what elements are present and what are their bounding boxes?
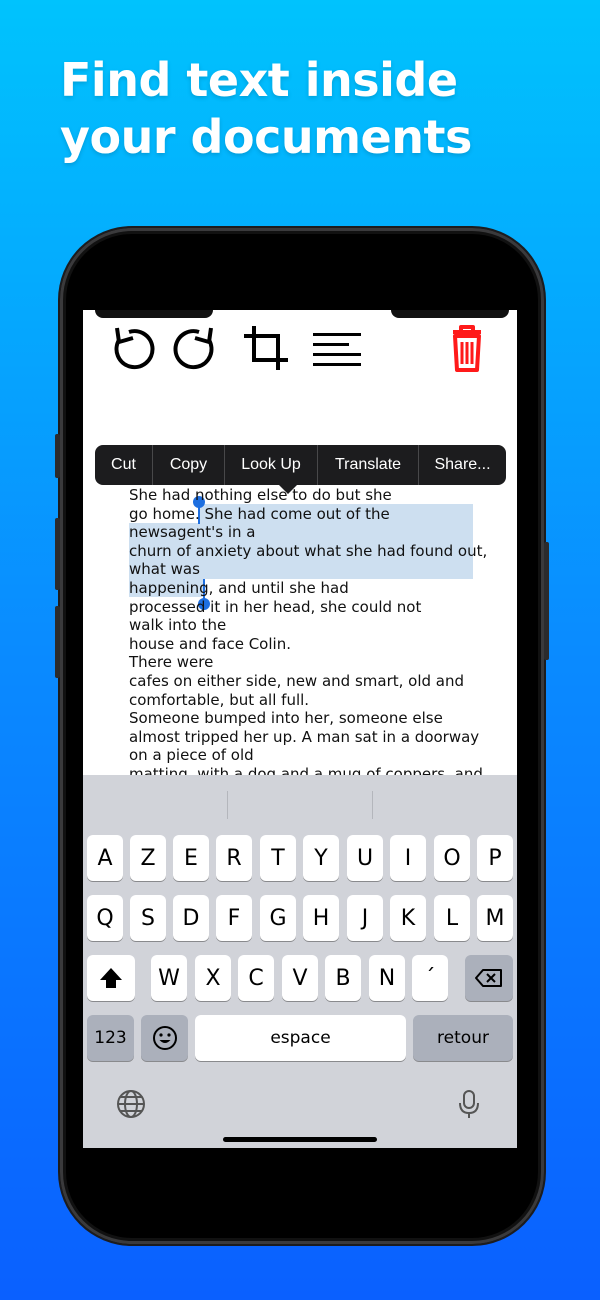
key-x[interactable]: X: [195, 955, 231, 1001]
app-screen: Cut Copy Look Up Translate Share... She …: [83, 310, 517, 1148]
text-line: She had nothing else to do but she: [129, 486, 392, 504]
text-line: newsagent's in a: [129, 523, 256, 542]
key-q[interactable]: Q: [87, 895, 123, 941]
emoji-key[interactable]: [141, 1015, 188, 1061]
numbers-key[interactable]: 123: [87, 1015, 134, 1061]
menu-item-translate[interactable]: Translate: [318, 445, 419, 485]
text-line: churn of anxiety about what she had foun…: [129, 541, 488, 560]
text-line: cafes on either side, new and smart, old…: [129, 671, 465, 690]
shift-icon: [100, 968, 122, 988]
context-menu: Cut Copy Look Up Translate Share...: [95, 445, 506, 485]
key-l[interactable]: L: [434, 895, 470, 941]
key-d[interactable]: D: [173, 895, 209, 941]
menu-item-share[interactable]: Share...: [419, 445, 506, 485]
key-m[interactable]: M: [477, 895, 513, 941]
key-accent[interactable]: ´: [412, 955, 448, 1001]
key-g[interactable]: G: [260, 895, 296, 941]
text-line: Someone bumped into her, someone else: [129, 709, 443, 728]
key-j[interactable]: J: [347, 895, 383, 941]
text-line: There were: [129, 653, 214, 672]
key-y[interactable]: Y: [303, 835, 339, 881]
rotate-left-icon[interactable]: [107, 322, 159, 374]
menu-item-cut[interactable]: Cut: [95, 445, 153, 485]
key-c[interactable]: C: [238, 955, 274, 1001]
key-v[interactable]: V: [282, 955, 318, 1001]
key-e[interactable]: E: [173, 835, 209, 881]
key-r[interactable]: R: [216, 835, 252, 881]
menu-item-copy[interactable]: Copy: [153, 445, 225, 485]
volume-up-button: [55, 518, 60, 590]
rotate-right-icon[interactable]: [169, 322, 221, 374]
home-indicator: [223, 1137, 377, 1142]
text-line: go home. She had come out of the: [129, 504, 390, 523]
space-key[interactable]: espace: [195, 1015, 406, 1061]
key-z[interactable]: Z: [130, 835, 166, 881]
text-line: happening, and until she had: [129, 578, 349, 597]
toolbar: [83, 310, 517, 390]
key-s[interactable]: S: [130, 895, 166, 941]
text-line: walk into the: [129, 616, 227, 635]
crop-icon[interactable]: [240, 322, 292, 374]
key-o[interactable]: O: [434, 835, 470, 881]
suggestion-divider: [372, 791, 373, 819]
headline: Find text inside your documents: [60, 53, 472, 164]
text-line: what was: [129, 560, 200, 579]
key-w[interactable]: W: [151, 955, 187, 1001]
key-k[interactable]: K: [390, 895, 426, 941]
menu-item-look-up[interactable]: Look Up: [225, 445, 318, 485]
return-key[interactable]: retour: [413, 1015, 513, 1061]
suggestion-divider: [227, 791, 228, 819]
emoji-icon: [152, 1026, 177, 1050]
key-f[interactable]: F: [216, 895, 252, 941]
key-i[interactable]: I: [390, 835, 426, 881]
phone-frame: Cut Copy Look Up Translate Share... She …: [55, 228, 549, 1244]
globe-icon[interactable]: [114, 1087, 148, 1121]
key-a[interactable]: A: [87, 835, 123, 881]
text-line: on a piece of old: [129, 746, 254, 765]
text-line: house and face Colin.: [129, 634, 291, 653]
volume-down-button: [55, 606, 60, 678]
microphone-icon[interactable]: [452, 1087, 486, 1121]
backspace-key[interactable]: [465, 955, 513, 1001]
text-line: almost tripped her up. A man sat in a do…: [129, 727, 480, 746]
key-u[interactable]: U: [347, 835, 383, 881]
text-line: processed it in her head, she could not: [129, 597, 422, 616]
key-t[interactable]: T: [260, 835, 296, 881]
power-button: [544, 542, 549, 660]
trash-icon[interactable]: [441, 322, 493, 374]
text-align-icon[interactable]: [311, 322, 363, 374]
keyboard: A Z E R T Y U I O P Q S D F G H J K L M: [83, 775, 517, 1148]
key-b[interactable]: B: [325, 955, 361, 1001]
silent-switch: [55, 434, 60, 478]
key-p[interactable]: P: [477, 835, 513, 881]
shift-key[interactable]: [87, 955, 135, 1001]
key-n[interactable]: N: [369, 955, 405, 1001]
key-h[interactable]: H: [303, 895, 339, 941]
text-line: comfortable, but all full.: [129, 690, 310, 709]
backspace-icon: [475, 969, 502, 987]
document-text[interactable]: She had nothing else to do but she go ho…: [129, 486, 489, 784]
